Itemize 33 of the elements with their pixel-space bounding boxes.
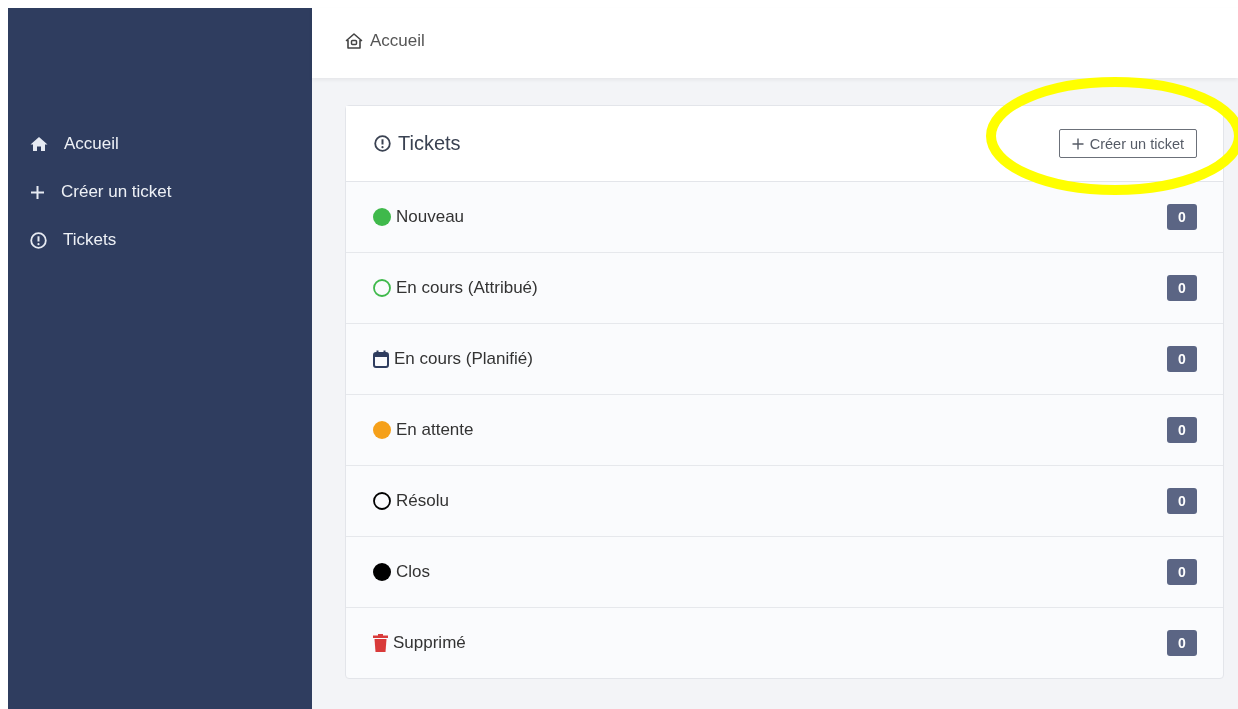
sidebar-item[interactable]: Tickets xyxy=(8,216,312,264)
sidebar-item[interactable]: Accueil xyxy=(8,120,312,168)
alert-icon xyxy=(30,231,47,249)
status-label: Résolu xyxy=(396,491,450,511)
breadcrumb-link[interactable]: Accueil xyxy=(345,31,425,51)
status-row[interactable]: En cours (Attribué) 0 xyxy=(346,253,1223,324)
status-label: Clos xyxy=(396,562,431,582)
alert-icon xyxy=(374,135,391,152)
status-row[interactable]: Clos 0 xyxy=(346,537,1223,608)
status-label: Supprimé xyxy=(393,633,467,653)
home-icon xyxy=(345,32,363,50)
status-row[interactable]: Supprimé 0 xyxy=(346,608,1223,678)
sidebar-item[interactable]: Créer un ticket xyxy=(8,168,312,216)
plus-icon xyxy=(30,184,45,200)
card-title: Tickets xyxy=(374,132,461,155)
status-label: En cours (Planifié) xyxy=(394,349,534,369)
home-icon xyxy=(30,136,48,152)
status-label: En cours (Attribué) xyxy=(396,278,539,298)
status-row[interactable]: En attente 0 xyxy=(346,395,1223,466)
count-badge: 0 xyxy=(1167,417,1197,443)
count-badge: 0 xyxy=(1167,346,1197,372)
create-ticket-button[interactable]: Créer un ticket xyxy=(1058,129,1197,158)
status-row[interactable]: En cours (Planifié) 0 xyxy=(346,324,1223,395)
count-badge: 0 xyxy=(1167,204,1197,230)
status-row[interactable]: Résolu 0 xyxy=(346,466,1223,537)
status-label: En attente xyxy=(396,420,475,440)
count-badge: 0 xyxy=(1167,630,1197,656)
count-badge: 0 xyxy=(1167,488,1197,514)
plus-icon xyxy=(1071,137,1084,150)
status-row[interactable]: Nouveau 0 xyxy=(346,182,1223,253)
status-label: Nouveau xyxy=(396,207,466,227)
count-badge: 0 xyxy=(1167,559,1197,585)
count-badge: 0 xyxy=(1167,275,1197,301)
